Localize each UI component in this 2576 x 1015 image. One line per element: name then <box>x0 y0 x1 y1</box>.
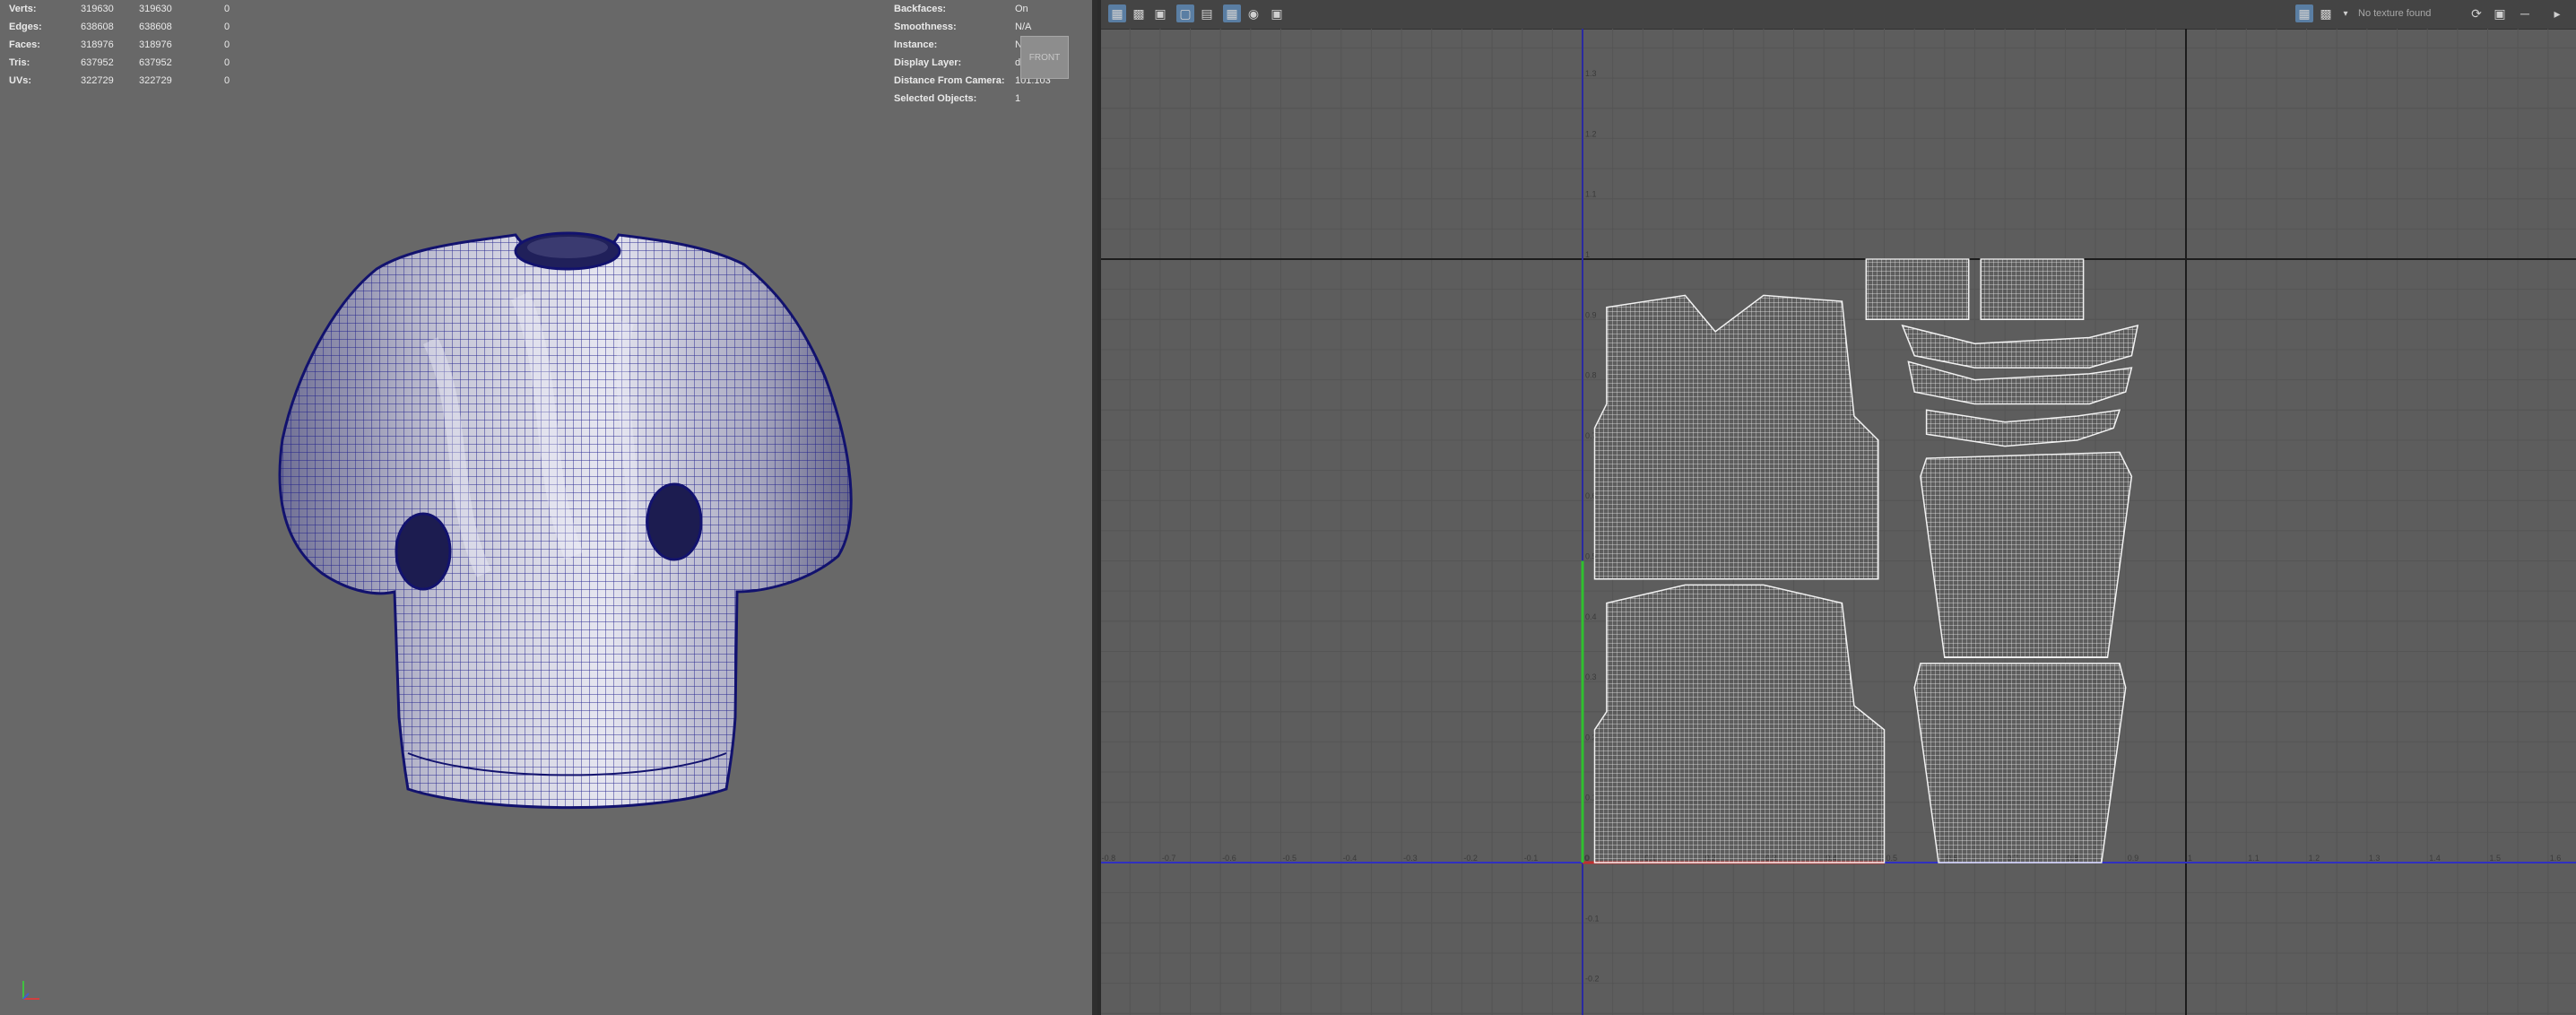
isolate-icon[interactable]: ▢ <box>1176 4 1194 22</box>
u-tick-label: 1.1 <box>2248 854 2259 863</box>
shaded-uv-icon[interactable]: ◉ <box>1245 4 1262 22</box>
uv-shell-cuff-1 <box>1901 324 2139 369</box>
u-tick-label: -0.8 <box>1102 854 1116 863</box>
sweater-mesh[interactable] <box>0 0 1097 1015</box>
u-tick-label: 1.4 <box>2429 854 2441 863</box>
uv-shell-cuff-3 <box>1925 409 2121 447</box>
v-tick-label: 0 <box>1585 854 1590 863</box>
grid-toggle-icon[interactable]: ▤ <box>1198 4 1216 22</box>
uv-select-icon[interactable]: ▦ <box>1108 4 1126 22</box>
v-tick-label: 1.3 <box>1585 69 1597 78</box>
snap-grid-icon[interactable]: ▦ <box>1223 4 1241 22</box>
v-tick-label: 0.8 <box>1585 371 1597 380</box>
u-tick-label: -0.4 <box>1343 854 1357 863</box>
uv-lattice-icon[interactable]: ▣ <box>1151 4 1169 22</box>
image-preview-icon[interactable]: ▣ <box>2491 4 2509 22</box>
u-tick-label: -0.5 <box>1283 854 1297 863</box>
u-tick-label: 0.9 <box>2128 854 2139 863</box>
refresh-icon[interactable]: ⟳ <box>2468 4 2485 22</box>
uv-shell-back <box>1593 584 1886 863</box>
texture-display-icon[interactable]: ▦ <box>2295 4 2313 22</box>
v-tick-label: -0.1 <box>1585 914 1600 923</box>
uv-shell-front <box>1593 294 1879 580</box>
u-tick-label: 1.5 <box>2490 854 2502 863</box>
checker-icon[interactable]: ▩ <box>2317 4 2335 22</box>
u-tick-label: 1.2 <box>2309 854 2320 863</box>
panel-arrow-icon[interactable]: ▸ <box>2548 4 2566 22</box>
u-tick-label: 1.3 <box>2369 854 2381 863</box>
uv-grid-canvas[interactable]: -0.8-0.7-0.6-0.5-0.4-0.3-0.2-0.100.10.20… <box>1101 29 2576 1015</box>
uv-shell-collar-a <box>1865 258 1970 321</box>
v-tick-label: -0.2 <box>1585 975 1600 984</box>
u-tick-label: 0.5 <box>1886 854 1898 863</box>
v-tick-label: 0.9 <box>1585 310 1597 319</box>
u-tick-label: 1 <box>2188 854 2192 863</box>
uv-shell-sleeve-2 <box>1913 663 2127 863</box>
3d-viewport[interactable]: Verts: 319630 319630 0 Edges: 638608 638608 0 Fa… <box>0 0 1097 1015</box>
uv-toolbar: ▦ ▩ ▣ ▢ ▤ ▦ ◉ ▣ ▦ ▩ ▾ No texture found ⟳… <box>1101 0 2576 30</box>
uv-shell-collar-b <box>1980 258 2085 321</box>
u-tick-label: -0.3 <box>1403 854 1418 863</box>
u-tick-label: -0.7 <box>1162 854 1176 863</box>
u-tick-label: -0.1 <box>1524 854 1539 863</box>
no-texture-label: No texture found <box>2358 8 2432 19</box>
v-tick-label: 0.4 <box>1585 612 1597 621</box>
u-tick-label: 1.6 <box>2550 854 2562 863</box>
image-icon[interactable]: ▣ <box>1268 4 1286 22</box>
u-tick-label: -0.2 <box>1463 854 1478 863</box>
uv-shell-sleeve-1 <box>1920 451 2133 658</box>
axis-triad-icon <box>22 981 39 1000</box>
v-tick-label: 1 <box>1585 250 1590 259</box>
exposure-slider[interactable]: ─ <box>2516 4 2534 22</box>
v-tick-label: 1.1 <box>1585 190 1597 199</box>
uv-editor[interactable]: ▦ ▩ ▣ ▢ ▤ ▦ ◉ ▣ ▦ ▩ ▾ No texture found ⟳… <box>1101 0 2576 1015</box>
uv-shell-icon[interactable]: ▩ <box>1130 4 1148 22</box>
dropdown-icon[interactable]: ▾ <box>2337 4 2355 22</box>
v-tick-label: 0.3 <box>1585 672 1597 681</box>
v-tick-label: 1.2 <box>1585 129 1597 138</box>
u-tick-label: -0.6 <box>1222 854 1236 863</box>
